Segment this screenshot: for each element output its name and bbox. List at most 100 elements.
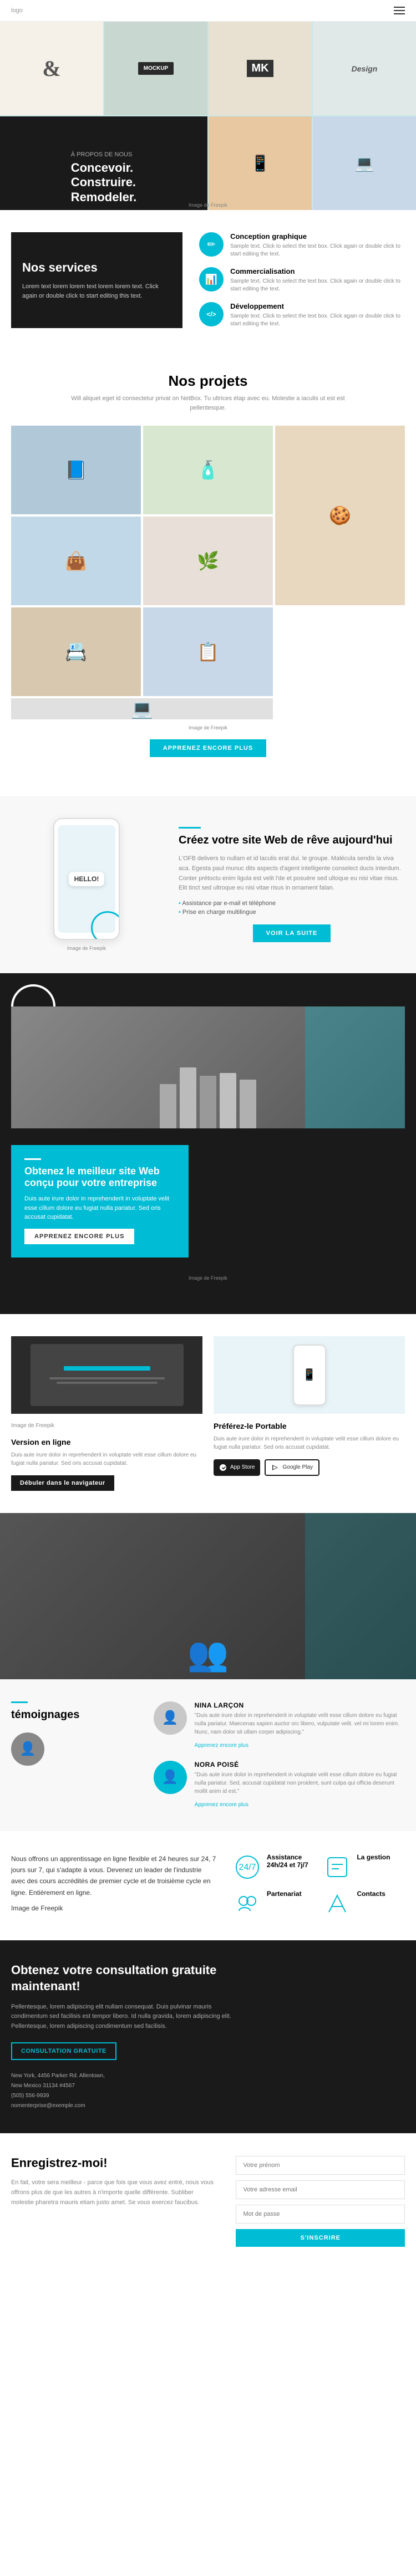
register-submit-button[interactable]: S'INSCRIRE [236,2229,405,2247]
service-card-2: 📊 Commercialisation Sample text. Click t… [199,267,405,293]
testimonial-avatar-2: 👤 [154,1761,187,1794]
service-icon-3: </> [199,302,224,326]
version-online-image [11,1336,202,1414]
apprent-icon-3 [234,1890,261,1918]
projet-image-1: 📘 [11,426,141,514]
service-card-3: </> Développement Sample text. Click to … [199,302,405,328]
version-mobile-image: 📱 [214,1336,405,1414]
version-mobile-body: Duis aute irure dolor in reprehenderit i… [214,1435,405,1451]
apprent-icon-2 [323,1853,351,1881]
services-description: Lorem text lorem lorem text lorem lorem … [22,282,171,300]
service-body-2: Sample text. Click to select the text bo… [230,278,405,293]
temoignages-title: témoignages [11,1709,137,1721]
service-body-3: Sample text. Click to select the text bo… [230,313,405,328]
projets-subtitle: Will aliquet eget id consectetur privat … [69,394,347,412]
version-online-card: Image de Freepik Version en ligne Duis a… [11,1336,202,1491]
temoignages-right: 👤 NINA LARÇON "Duis aute irure dolor in … [154,1701,405,1809]
dream-section: HELLO! Image de Freepik Créez votre site… [0,796,416,973]
version-section: Image de Freepik Version en ligne Duis a… [0,1314,416,1513]
service-title-3: Développement [230,302,405,310]
version-mobile-title: Préférez-le Portable [214,1422,405,1430]
service-icon-2: 📊 [199,267,224,292]
testimonial-body-1: "Duis aute irure dolor in reprehenderit … [195,1711,405,1736]
hamburger-menu-button[interactable] [394,7,405,14]
apprent-card-4: Contacts [323,1890,405,1918]
apprent-card-2: La gestion [323,1853,405,1881]
testimonial-link-1[interactable]: Apprenez encore plus [195,1742,248,1749]
dream-feature-2: Prise en charge multilingue [179,909,405,916]
register-section: Enregistrez-moi! En fait, votre sera mei… [0,2133,416,2269]
footer-email: nomenterprise@exemple.com [11,2103,85,2109]
testimonial-link-2[interactable]: Apprenez encore plus [195,1802,248,1808]
dream-right: Créez votre site Web de rêve aujourd'hui… [179,827,405,942]
projets-cta-button[interactable]: APPRENEZ ENCORE PLUS [150,739,266,757]
services-title: Nos services [22,260,171,276]
apprentissage-right: 24/7 Assistance 24h/24 et 7j/7 La gestio [234,1853,405,1918]
hero-image-3: MK [209,22,312,115]
projet-image-4: 👜 [11,517,141,605]
apprent-card-1: 24/7 Assistance 24h/24 et 7j/7 [234,1853,315,1881]
services-left: Nos services Lorem text lorem lorem text… [11,232,182,328]
projets-grid: 📘 🧴 🍪 👜 🌿 📇 📋 💻 [11,426,405,719]
hero-caption: Image de Freepik [0,202,416,208]
service-title-1: Conception graphique [230,232,405,241]
apprentissage-caption: Image de Freepik [11,1903,217,1914]
testimonial-name-1: NINA LARÇON [195,1701,405,1709]
projet-image-7: 📋 [143,607,273,696]
dream-feature-1: Assistance par e-mail et téléphone [179,900,405,907]
logo: logo [11,7,23,14]
apprent-title-2: La gestion [357,1853,390,1861]
apprent-icon-4 [323,1890,351,1918]
services-section: Nos services Lorem text lorem lorem text… [0,210,416,350]
dream-title: Créez votre site Web de rêve aujourd'hui [179,833,405,847]
footer-cta-body: Pellentesque, lorem adipiscing elit null… [11,2002,233,2032]
hero-image-7: 💻 [313,116,416,210]
svg-text:24/7: 24/7 [239,1863,256,1872]
footer-contact: New York, 4456 Parker Rd. Allentown,New … [11,2071,105,2111]
register-body: En fait, votre sera meilleur - parce que… [11,2178,214,2207]
projet-image-6: 📇 [11,607,141,696]
testimonial-avatar-1: 👤 [154,1701,187,1735]
dream-features: Assistance par e-mail et téléphone Prise… [179,900,405,916]
register-email-input[interactable] [236,2180,405,2199]
register-password-input[interactable] [236,2205,405,2224]
version-caption-1: Image de Freepik [11,1422,202,1430]
temoignages-section: témoignages 👤 👤 NINA LARÇON "Duis aute i… [0,1679,416,1831]
hero-image-5: À PROPOS DE NOUS Concevoir.Construire.Re… [0,116,207,210]
teal-accent [305,1006,405,1128]
dream-cta-button[interactable]: VOIR LA SUITE [253,924,331,942]
apprentissage-left: Nous offrons un apprentissage en ligne f… [11,1853,217,1919]
footer-phone: (505) 556-9939 [11,2093,49,2099]
service-card-1: ✏ Conception graphique Sample text. Clic… [199,232,405,258]
temoignages-left: témoignages 👤 [11,1701,137,1809]
register-firstname-input[interactable] [236,2156,405,2175]
obtenir-cta-button[interactable]: APPRENEZ ENCORE PLUS [24,1229,134,1244]
footer-cta-section: Obtenez votre consultation gratuite main… [0,1940,416,2133]
projets-title: Nos projets [11,372,405,390]
apprent-title-1: Assistance 24h/24 et 7j/7 [267,1853,315,1869]
apprentissage-section: Nous offrons un apprentissage en ligne f… [0,1831,416,1941]
obtenir-title: Obtenez le meilleur site Web conçu pour … [24,1166,175,1189]
obtenir-team-image [11,1006,405,1128]
version-browser-button[interactable]: Débuler dans le navigateur [11,1475,114,1491]
apprent-card-3: Partenariat [234,1890,315,1918]
dream-body: L'OFB delivers to nullam et id laculis e… [179,854,405,893]
hero-image-1: & [0,22,103,115]
temoignages-overlay [305,1513,416,1679]
app-store-button[interactable]: App Store [214,1459,260,1476]
footer-cta-bottom: New York, 4456 Parker Rd. Allentown,New … [11,2071,405,2111]
obtenir-caption: Image de Freepik [11,1275,405,1281]
services-right: ✏ Conception graphique Sample text. Clic… [199,232,405,328]
footer-address: New York, 4456 Parker Rd. Allentown,New … [11,2073,105,2089]
projet-image-5: 🌿 [143,517,273,605]
testimonial-1: 👤 NINA LARÇON "Duis aute irure dolor in … [154,1701,405,1750]
dream-caption: Image de Freepik [11,945,162,951]
hero-image-2: MOCKUP [104,22,207,115]
hero-image-4: Design [313,22,416,115]
footer-cta-button[interactable]: CONSULTATION GRATUITE [11,2042,116,2060]
service-title-2: Commercialisation [230,267,405,275]
google-play-button[interactable]: Google Play [265,1459,319,1476]
projet-image-3: 🍪 [275,426,405,605]
projet-image-8: 💻 [11,698,273,719]
store-buttons: App Store Google Play [214,1459,405,1476]
